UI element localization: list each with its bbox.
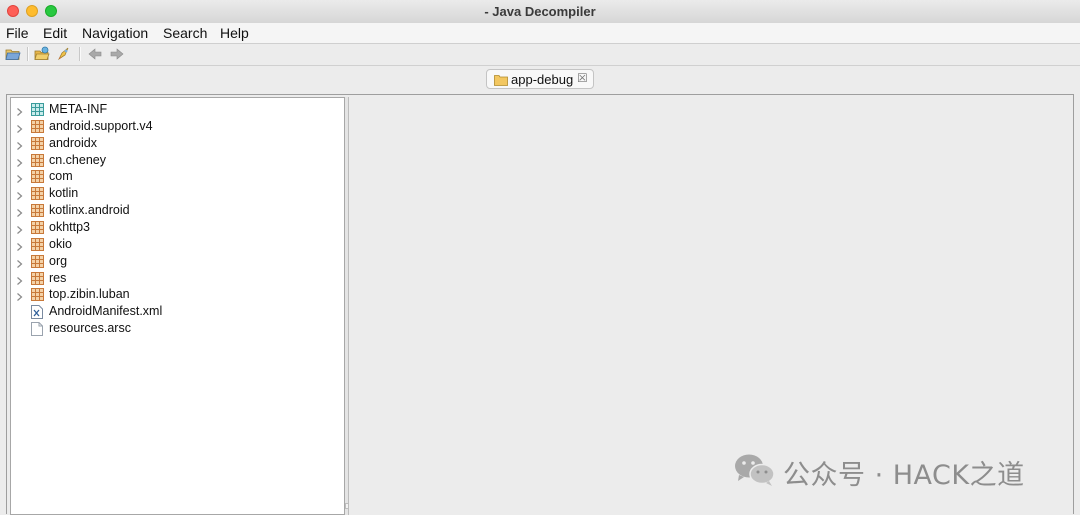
tree-node-label: androidx — [49, 135, 97, 150]
xml-file-icon — [31, 305, 44, 320]
tree-node[interactable]: kotlin — [11, 185, 341, 202]
tree-node-label: org — [49, 253, 68, 268]
tree-node[interactable]: cn.cheney — [11, 152, 341, 169]
tree-node[interactable]: android.support.v4 — [11, 118, 341, 135]
toolbar — [0, 44, 1080, 66]
menu-bar: File Edit Navigation Search Help — [0, 23, 1080, 44]
forward-arrow-icon[interactable] — [109, 46, 125, 62]
tree-node-label: res — [49, 270, 67, 285]
menu-file[interactable]: File — [6, 25, 29, 41]
wechat-logo-icon — [733, 452, 777, 493]
package-icon — [31, 170, 44, 184]
main-content: META-INF android.support.v4 androidx cn.che… — [6, 94, 1074, 515]
tree-node-label: AndroidManifest.xml — [49, 304, 163, 319]
tree-node[interactable]: com — [11, 168, 341, 185]
package-tree-panel: META-INF android.support.v4 androidx cn.che… — [10, 97, 345, 515]
package-icon — [31, 136, 44, 150]
package-icon — [31, 220, 44, 234]
menu-edit[interactable]: Edit — [43, 25, 67, 41]
window-title: - Java Decompiler — [484, 4, 596, 19]
tree-node[interactable]: META-INF — [11, 101, 341, 118]
tree-node[interactable]: androidx — [11, 135, 341, 152]
tree-node[interactable]: resources.arsc — [11, 320, 341, 337]
folder-icon — [494, 73, 508, 91]
package-icon — [31, 254, 44, 268]
watermark: 公众号 · HACK之道 — [733, 452, 1063, 491]
toolbar-separator — [79, 47, 81, 61]
tree-node-label: cn.cheney — [49, 152, 106, 167]
tree-node[interactable]: okhttp3 — [11, 219, 341, 236]
watermark-text: 公众号 · HACK之道 — [783, 460, 1025, 491]
tree-node-label: okhttp3 — [49, 219, 91, 234]
tree-node[interactable]: res — [11, 270, 341, 287]
toolbar-separator — [27, 47, 29, 61]
tree-node-label: com — [49, 169, 73, 184]
package-icon — [31, 288, 44, 302]
back-arrow-icon[interactable] — [87, 46, 103, 62]
menu-search[interactable]: Search — [163, 25, 207, 41]
tree-node-label: top.zibin.luban — [49, 287, 130, 302]
tree-node-label: okio — [49, 236, 72, 251]
package-icon — [31, 271, 44, 285]
tree-node-label: android.support.v4 — [49, 118, 153, 133]
tab-label: app-debug — [511, 72, 574, 87]
tree-node[interactable]: top.zibin.luban — [11, 286, 341, 303]
tree-node[interactable]: kotlinx.android — [11, 202, 341, 219]
tree-node-label: META-INF — [49, 102, 108, 116]
menu-help[interactable]: Help — [220, 25, 249, 41]
launch-icon[interactable] — [56, 46, 72, 62]
open-file-icon[interactable] — [5, 46, 21, 62]
tree-node[interactable]: okio — [11, 236, 341, 253]
tree-node[interactable]: AndroidManifest.xml — [11, 303, 341, 320]
package-icon — [31, 153, 44, 167]
menu-navigation[interactable]: Navigation — [82, 25, 148, 41]
title-bar: - Java Decompiler — [0, 0, 1080, 24]
tab-app-debug[interactable]: app-debug ☒ — [486, 69, 594, 89]
tree-node[interactable]: org — [11, 253, 341, 270]
package-icon — [31, 187, 44, 201]
tree-node-label: resources.arsc — [49, 321, 131, 336]
tree-node-label: kotlin — [49, 186, 79, 201]
package-icon — [31, 119, 44, 133]
package-icon — [31, 237, 44, 251]
package-icon — [31, 204, 44, 218]
tab-strip: app-debug ☒ — [6, 66, 1074, 94]
package-teal-icon — [31, 103, 44, 116]
tree-node-label: kotlinx.android — [49, 203, 130, 218]
open-type-icon[interactable] — [34, 46, 50, 62]
tab-close-icon[interactable]: ☒ — [577, 71, 588, 85]
file-icon — [31, 322, 44, 337]
